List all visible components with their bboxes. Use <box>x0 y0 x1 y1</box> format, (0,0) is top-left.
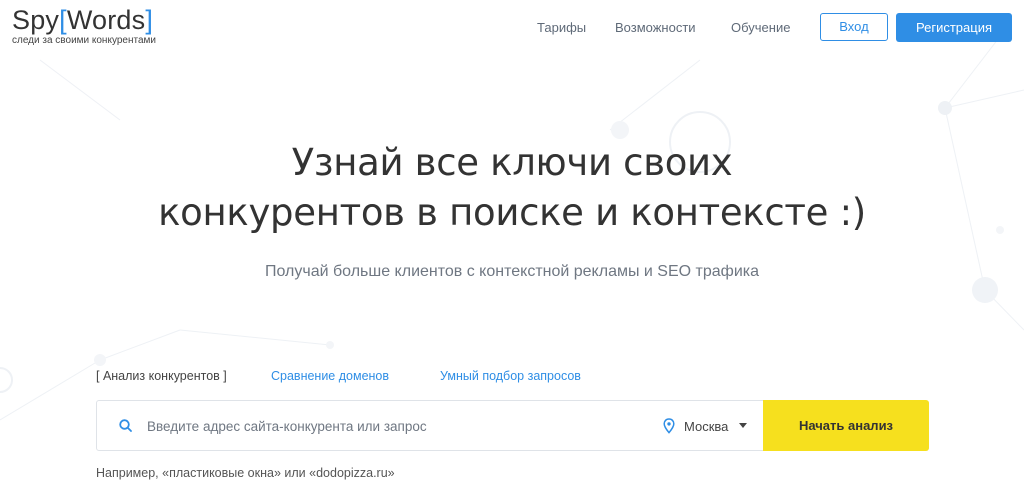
register-button[interactable]: Регистрация <box>896 13 1012 42</box>
hero-title: Узнай все ключи своих конкурентов в поис… <box>112 138 912 238</box>
location-pin-icon <box>663 418 675 434</box>
city-name: Москва <box>684 419 729 434</box>
search-input[interactable] <box>147 413 647 439</box>
nav-link-features[interactable]: Возможности <box>615 20 696 35</box>
city-select[interactable]: Москва <box>660 414 760 438</box>
example-query-1[interactable]: «пластиковые окна» <box>162 466 281 480</box>
tab-domain-comparison[interactable]: Сравнение доменов <box>271 369 389 383</box>
search-example: Например, «пластиковые окна» или «dodopi… <box>96 466 395 480</box>
tab-smart-query-selection[interactable]: Умный подбор запросов <box>440 369 581 383</box>
example-prefix: Например, <box>96 466 159 480</box>
login-button[interactable]: Вход <box>820 13 888 41</box>
nav-link-learning[interactable]: Обучение <box>731 20 790 35</box>
search-icon <box>119 419 132 432</box>
hero-title-line-1: Узнай все ключи своих <box>291 141 733 184</box>
hero-title-line-2: конкурентов в поиске и контексте :) <box>158 191 866 234</box>
logo-tagline: следи за своими конкурентами <box>12 35 156 46</box>
start-analysis-button[interactable]: Начать анализ <box>763 400 929 451</box>
hero-subtitle: Получай больше клиентов с контекстной ре… <box>264 263 760 280</box>
example-middle: или <box>284 466 306 480</box>
search-form: Москва Начать анализ <box>96 400 929 451</box>
caret-down-icon <box>739 423 747 428</box>
example-query-2[interactable]: «dodopizza.ru» <box>309 466 394 480</box>
nav-link-pricing[interactable]: Тарифы <box>537 20 586 35</box>
tab-competitor-analysis[interactable]: [ Анализ конкурентов ] <box>96 369 227 383</box>
landing-page: Spy[Words] следи за своими конкурентами … <box>0 0 1024 489</box>
